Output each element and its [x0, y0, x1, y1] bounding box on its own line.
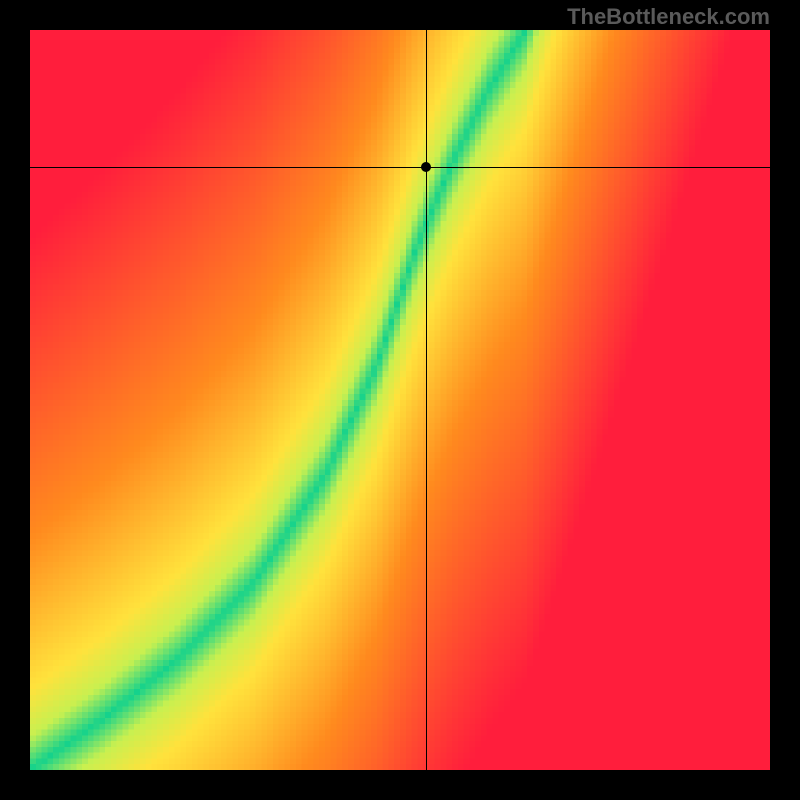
crosshair-vertical: [426, 30, 427, 770]
heatmap-canvas: [30, 30, 770, 770]
crosshair-horizontal: [30, 167, 770, 168]
chart-container: TheBottleneck.com: [0, 0, 800, 800]
watermark-text: TheBottleneck.com: [567, 4, 770, 30]
plot-area: [30, 30, 770, 770]
marker-dot: [421, 162, 431, 172]
